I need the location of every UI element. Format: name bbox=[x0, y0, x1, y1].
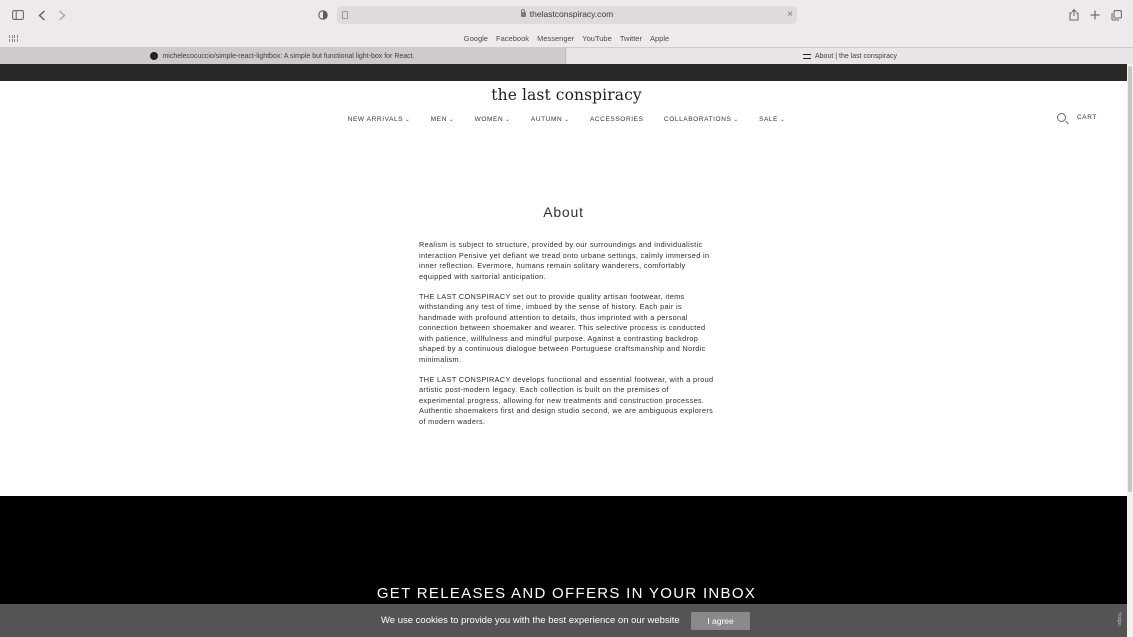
browser-toolbar: thelastconspiracy.com × bbox=[0, 0, 1133, 30]
yotpo-widget-tab[interactable]: Yotpo bbox=[1116, 612, 1122, 626]
privacy-shield-icon[interactable] bbox=[317, 6, 328, 24]
github-icon bbox=[150, 52, 159, 60]
site-logo[interactable]: the last conspiracy bbox=[0, 86, 1133, 104]
about-text: Realism is subject to structure, provide… bbox=[419, 240, 714, 437]
newsletter-heading: GET RELEASES AND OFFERS IN YOUR INBOX bbox=[376, 585, 757, 602]
cookie-banner: We use cookies to provide you with the b… bbox=[0, 604, 1127, 637]
tab-bar: michelecocuccio/simple-react-lightbox: A… bbox=[0, 47, 1133, 64]
about-paragraph: THE LAST CONSPIRACY set out to provide q… bbox=[419, 291, 706, 364]
cookie-message: We use cookies to provide you with the b… bbox=[381, 615, 680, 626]
cart-link[interactable]: CART bbox=[1077, 114, 1097, 121]
favorite-messenger[interactable]: Messenger bbox=[537, 34, 574, 43]
cookie-agree-button[interactable]: I agree bbox=[691, 612, 750, 630]
nav-sale[interactable]: SALE ⌄ bbox=[759, 116, 785, 123]
chevron-down-icon: ⌄ bbox=[405, 117, 411, 123]
clear-address-icon[interactable]: × bbox=[787, 8, 793, 22]
nav-accessories[interactable]: ACCESSORIES bbox=[590, 116, 644, 123]
address-bar[interactable]: thelastconspiracy.com × bbox=[337, 6, 797, 24]
favorite-youtube[interactable]: YouTube bbox=[582, 34, 611, 43]
nav-collaborations[interactable]: COLLABORATIONS ⌄ bbox=[664, 116, 739, 123]
tab-overview-icon[interactable] bbox=[1110, 6, 1122, 24]
about-paragraph: Realism is subject to structure, provide… bbox=[419, 240, 710, 281]
back-icon[interactable] bbox=[36, 6, 47, 24]
chevron-down-icon: ⌄ bbox=[780, 117, 786, 123]
favorites-bar: Google Facebook Messenger YouTube Twitte… bbox=[0, 30, 1133, 47]
favorite-google[interactable]: Google bbox=[464, 34, 488, 43]
lock-icon bbox=[520, 9, 526, 17]
url-text: thelastconspiracy.com bbox=[529, 9, 614, 19]
tab-github[interactable]: michelecocuccio/simple-react-lightbox: A… bbox=[0, 48, 566, 64]
favorite-apple[interactable]: Apple bbox=[650, 34, 669, 43]
new-tab-icon[interactable] bbox=[1089, 6, 1100, 24]
chevron-down-icon: ⌄ bbox=[564, 117, 570, 123]
page-title: About bbox=[543, 204, 584, 220]
tab-about[interactable]: About | the last conspiracy bbox=[567, 48, 1133, 64]
site-favicon bbox=[803, 53, 811, 59]
search-icon[interactable] bbox=[1057, 113, 1066, 122]
about-paragraph: THE LAST CONSPIRACY develops functional … bbox=[419, 374, 714, 426]
announcement-bar bbox=[0, 64, 1133, 81]
nav-autumn[interactable]: AUTUMN ⌄ bbox=[531, 116, 570, 123]
tab-title: michelecocuccio/simple-react-lightbox: A… bbox=[162, 52, 415, 60]
chevron-down-icon: ⌄ bbox=[733, 117, 739, 123]
tab-title: About | the last conspiracy bbox=[815, 52, 897, 60]
forward-icon[interactable] bbox=[56, 6, 67, 24]
scrollbar-thumb[interactable] bbox=[1128, 66, 1132, 492]
chevron-down-icon: ⌄ bbox=[449, 117, 455, 123]
nav-men[interactable]: MEN ⌄ bbox=[431, 116, 454, 123]
main-nav: NEW ARRIVALS ⌄ MEN ⌄ WOMEN ⌄ AUTUMN ⌄ ACCESS… bbox=[0, 116, 1133, 123]
sidebar-icon[interactable] bbox=[11, 6, 24, 24]
nav-women[interactable]: WOMEN ⌄ bbox=[475, 116, 511, 123]
share-icon[interactable] bbox=[1068, 6, 1079, 24]
favorite-facebook[interactable]: Facebook bbox=[496, 34, 529, 43]
nav-new-arrivals[interactable]: NEW ARRIVALS ⌄ bbox=[348, 116, 411, 123]
chevron-down-icon: ⌄ bbox=[505, 117, 511, 123]
favorite-twitter[interactable]: Twitter bbox=[620, 34, 642, 43]
